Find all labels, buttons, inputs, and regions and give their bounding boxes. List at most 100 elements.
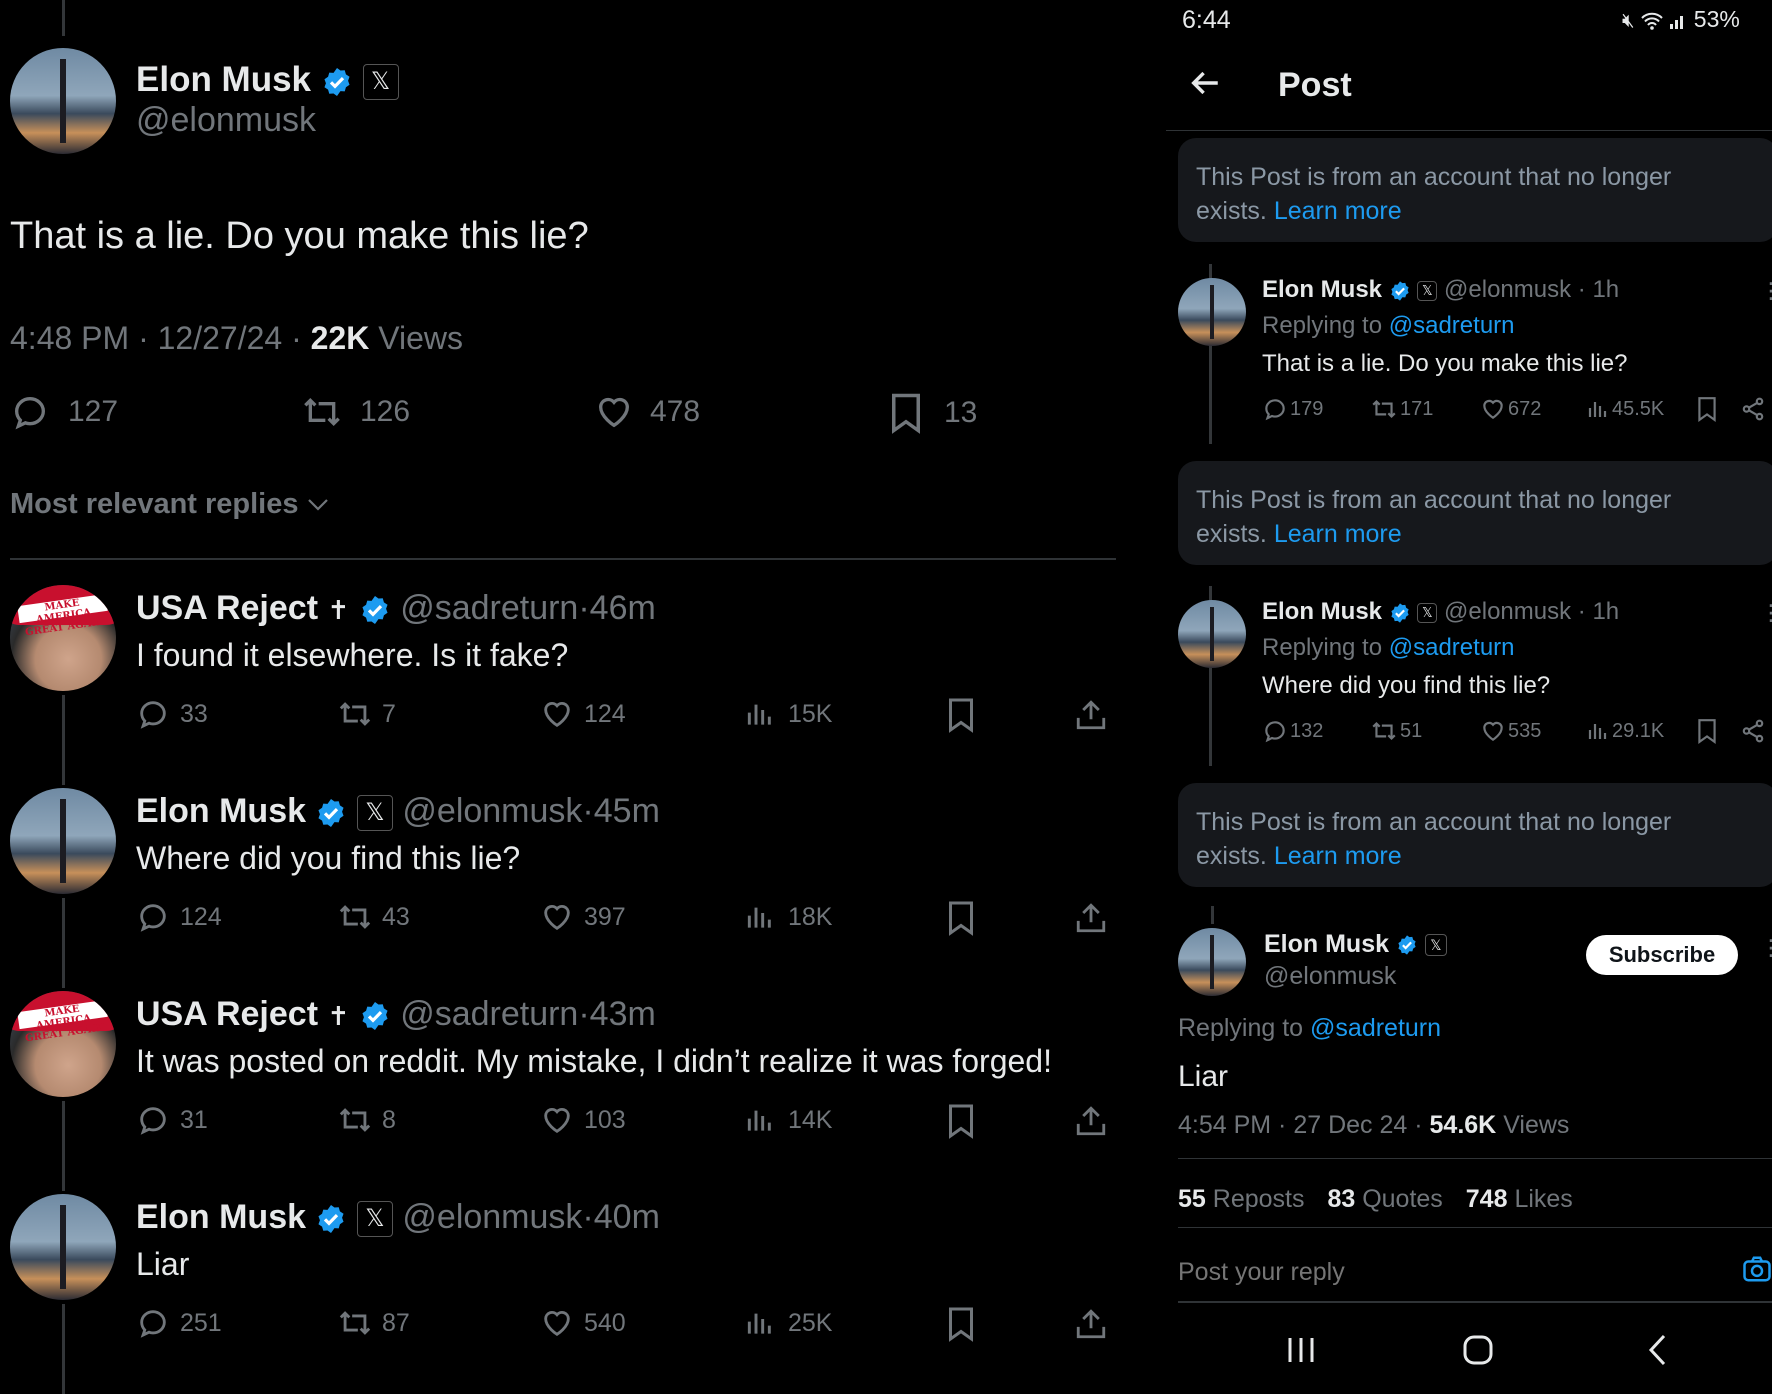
avatar[interactable] bbox=[1178, 928, 1246, 996]
author-name[interactable]: Elon Musk bbox=[136, 60, 311, 99]
share-button[interactable] bbox=[1740, 718, 1766, 744]
views-button[interactable]: 29.1K bbox=[1586, 718, 1664, 744]
author-handle[interactable]: @sadreturn bbox=[400, 589, 578, 627]
post-age[interactable]: 43m bbox=[590, 995, 656, 1033]
sort-replies-dropdown[interactable]: Most relevant replies bbox=[10, 488, 329, 521]
back-nav-icon[interactable] bbox=[1646, 1333, 1670, 1367]
likes-stat[interactable]: 748 Likes bbox=[1466, 1185, 1573, 1213]
replying-to: Replying to @sadreturn bbox=[1262, 312, 1515, 340]
author-name[interactable]: Elon Musk bbox=[1264, 930, 1389, 958]
like-button[interactable]: 478 bbox=[594, 392, 700, 432]
reply-target-link[interactable]: @sadreturn bbox=[1389, 312, 1515, 339]
avatar[interactable] bbox=[10, 48, 116, 154]
post-age[interactable]: · 1h bbox=[1578, 598, 1619, 625]
reply-target-link[interactable]: @sadreturn bbox=[1310, 1014, 1441, 1042]
learn-more-link[interactable]: Learn more bbox=[1274, 842, 1402, 870]
post-date[interactable]: 27 Dec 24 bbox=[1293, 1111, 1407, 1139]
heart-icon bbox=[598, 397, 630, 428]
avatar[interactable] bbox=[10, 788, 116, 894]
author-handle[interactable]: @elonmusk bbox=[402, 1198, 582, 1236]
more-options-icon[interactable]: ⋮ bbox=[1760, 600, 1772, 626]
author-handle[interactable]: @elonmusk bbox=[402, 792, 582, 830]
views-count: 25K bbox=[788, 1308, 833, 1337]
post-date[interactable]: 12/27/24 bbox=[158, 320, 283, 356]
share-button[interactable] bbox=[1074, 1103, 1108, 1139]
subscribe-button[interactable]: Subscribe bbox=[1586, 935, 1738, 975]
author-name[interactable]: USA Reject bbox=[136, 589, 318, 627]
reply-target-link[interactable]: @sadreturn bbox=[1389, 634, 1515, 661]
reply-button[interactable]: 179 bbox=[1262, 396, 1323, 422]
views-button[interactable]: 14K bbox=[744, 1103, 832, 1137]
repost-button[interactable]: 126 bbox=[300, 392, 410, 432]
bookmark-button[interactable] bbox=[946, 900, 976, 936]
reply-button[interactable]: 132 bbox=[1262, 718, 1323, 744]
like-button[interactable]: 535 bbox=[1480, 718, 1541, 744]
analytics-icon bbox=[747, 1110, 771, 1131]
avatar[interactable]: MAKE AMERICA GREAT AGAIN bbox=[10, 991, 116, 1097]
repost-button[interactable]: 171 bbox=[1370, 396, 1433, 422]
replying-to: Replying to @sadreturn bbox=[1178, 1014, 1441, 1043]
share-button[interactable] bbox=[1074, 900, 1108, 936]
reply-button[interactable]: 31 bbox=[136, 1103, 208, 1137]
reposts-stat[interactable]: 55 Reposts bbox=[1178, 1185, 1304, 1213]
like-button[interactable]: 124 bbox=[540, 697, 626, 731]
author-name[interactable]: Elon Musk bbox=[136, 792, 306, 830]
author-name[interactable]: Elon Musk bbox=[1262, 598, 1382, 625]
reply-button[interactable]: 124 bbox=[136, 900, 222, 934]
like-button[interactable]: 540 bbox=[540, 1306, 626, 1340]
camera-icon[interactable] bbox=[1742, 1252, 1772, 1286]
bookmark-button[interactable]: 13 bbox=[888, 392, 977, 434]
avatar[interactable] bbox=[1178, 278, 1246, 346]
back-arrow-icon[interactable] bbox=[1188, 66, 1222, 100]
bookmark-button[interactable] bbox=[946, 1103, 976, 1139]
author-handle[interactable]: @sadreturn bbox=[400, 995, 578, 1033]
repost-button[interactable]: 8 bbox=[336, 1103, 396, 1137]
like-button[interactable]: 397 bbox=[540, 900, 626, 934]
share-button[interactable] bbox=[1074, 1306, 1108, 1342]
bookmark-button[interactable] bbox=[1696, 396, 1718, 422]
author-name[interactable]: Elon Musk bbox=[136, 1198, 306, 1236]
more-options-icon[interactable]: ⋮ bbox=[1760, 278, 1772, 304]
avatar[interactable] bbox=[10, 1194, 116, 1300]
reply-button[interactable]: 33 bbox=[136, 697, 208, 731]
reply-input[interactable] bbox=[1178, 1252, 1698, 1292]
views-button[interactable]: 25K bbox=[744, 1306, 832, 1340]
repost-button[interactable]: 51 bbox=[1370, 718, 1422, 744]
views-button[interactable]: 18K bbox=[744, 900, 832, 934]
views-button[interactable]: 45.5K bbox=[1586, 396, 1664, 422]
learn-more-link[interactable]: Learn more bbox=[1274, 520, 1402, 548]
bookmark-button[interactable] bbox=[1696, 718, 1718, 744]
like-button[interactable]: 103 bbox=[540, 1103, 626, 1137]
author-handle[interactable]: @elonmusk bbox=[1444, 598, 1571, 625]
post-age[interactable]: 40m bbox=[594, 1198, 660, 1236]
learn-more-link[interactable]: Learn more bbox=[1274, 197, 1402, 225]
avatar[interactable] bbox=[1178, 600, 1246, 668]
bookmark-button[interactable] bbox=[946, 697, 976, 733]
post-age[interactable]: · 1h bbox=[1578, 276, 1619, 303]
like-button[interactable]: 672 bbox=[1480, 396, 1541, 422]
views-button[interactable]: 15K bbox=[744, 697, 832, 731]
author-name[interactable]: Elon Musk bbox=[1262, 276, 1382, 303]
repost-button[interactable]: 7 bbox=[336, 697, 396, 731]
quotes-stat[interactable]: 83 Quotes bbox=[1327, 1185, 1442, 1213]
post-age[interactable]: 45m bbox=[594, 792, 660, 830]
reply-button[interactable]: 127 bbox=[10, 392, 118, 432]
author-handle[interactable]: @elonmusk bbox=[1444, 276, 1571, 303]
author-name[interactable]: USA Reject bbox=[136, 995, 318, 1033]
reply-button[interactable]: 251 bbox=[136, 1306, 222, 1340]
avatar[interactable]: MAKE AMERICA GREAT AGAIN bbox=[10, 585, 116, 691]
post-age[interactable]: 46m bbox=[590, 589, 656, 627]
bookmark-button[interactable] bbox=[946, 1306, 976, 1342]
more-options-icon[interactable]: ⋮ bbox=[1760, 937, 1772, 968]
repost-button[interactable]: 43 bbox=[336, 900, 410, 934]
author-handle[interactable]: @elonmusk bbox=[1264, 962, 1396, 991]
recent-apps-icon[interactable] bbox=[1284, 1335, 1318, 1365]
share-button[interactable] bbox=[1074, 697, 1108, 733]
repost-count: 7 bbox=[382, 699, 396, 728]
post-time[interactable]: 4:54 PM bbox=[1178, 1111, 1271, 1139]
repost-button[interactable]: 87 bbox=[336, 1306, 410, 1340]
share-button[interactable] bbox=[1740, 396, 1766, 422]
post-time[interactable]: 4:48 PM bbox=[10, 320, 129, 356]
home-icon[interactable] bbox=[1462, 1334, 1494, 1366]
author-handle[interactable]: @elonmusk bbox=[136, 101, 316, 140]
